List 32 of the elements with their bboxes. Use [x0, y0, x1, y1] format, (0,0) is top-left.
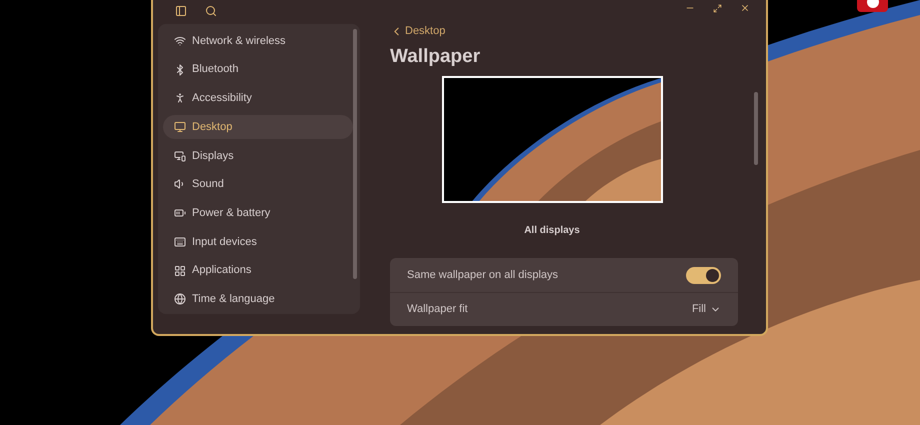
scrollbar[interactable]	[353, 29, 357, 279]
setting-label: Wallpaper fit	[407, 302, 468, 318]
setting-label: Same wallpaper on all displays	[407, 268, 558, 283]
battery-icon	[174, 207, 186, 220]
sidebar-item[interactable]: Time & language	[163, 287, 353, 312]
maximize-icon[interactable]	[713, 4, 722, 12]
sidebar-item[interactable]: Desktop	[163, 115, 353, 140]
toggle-switch[interactable]	[686, 266, 721, 284]
page-title: Wallpaper	[390, 46, 482, 68]
bluetooth-icon	[174, 64, 186, 76]
sidebar-toggle-icon[interactable]	[175, 5, 187, 17]
sidebar-item[interactable]: Accessibility	[163, 86, 353, 110]
speaker-icon	[174, 178, 186, 190]
preview-caption: All displays	[524, 224, 580, 238]
sidebar-item[interactable]: Sound	[163, 172, 353, 196]
displays-icon	[174, 150, 186, 162]
keyboard-icon	[174, 236, 186, 248]
scrollbar[interactable]	[754, 92, 758, 165]
close-icon[interactable]	[740, 3, 750, 13]
sidebar-item[interactable]: Bluetooth	[163, 58, 353, 82]
sidebar-item[interactable]: Applications	[163, 258, 353, 282]
person-icon	[174, 92, 186, 104]
back-link[interactable]: Desktop	[390, 24, 766, 38]
fit-dropdown[interactable]: Fill	[692, 301, 721, 318]
sidebar-item[interactable]: Power & battery	[163, 201, 353, 226]
search-icon[interactable]	[205, 5, 217, 17]
globe-icon	[174, 293, 186, 306]
sidebar-item[interactable]: Input devices	[163, 230, 353, 254]
grid-icon	[174, 264, 186, 276]
monitor-icon	[174, 121, 186, 134]
sidebar-item[interactable]: Network & wireless	[163, 29, 353, 53]
sidebar-item[interactable]: Displays	[163, 144, 353, 168]
